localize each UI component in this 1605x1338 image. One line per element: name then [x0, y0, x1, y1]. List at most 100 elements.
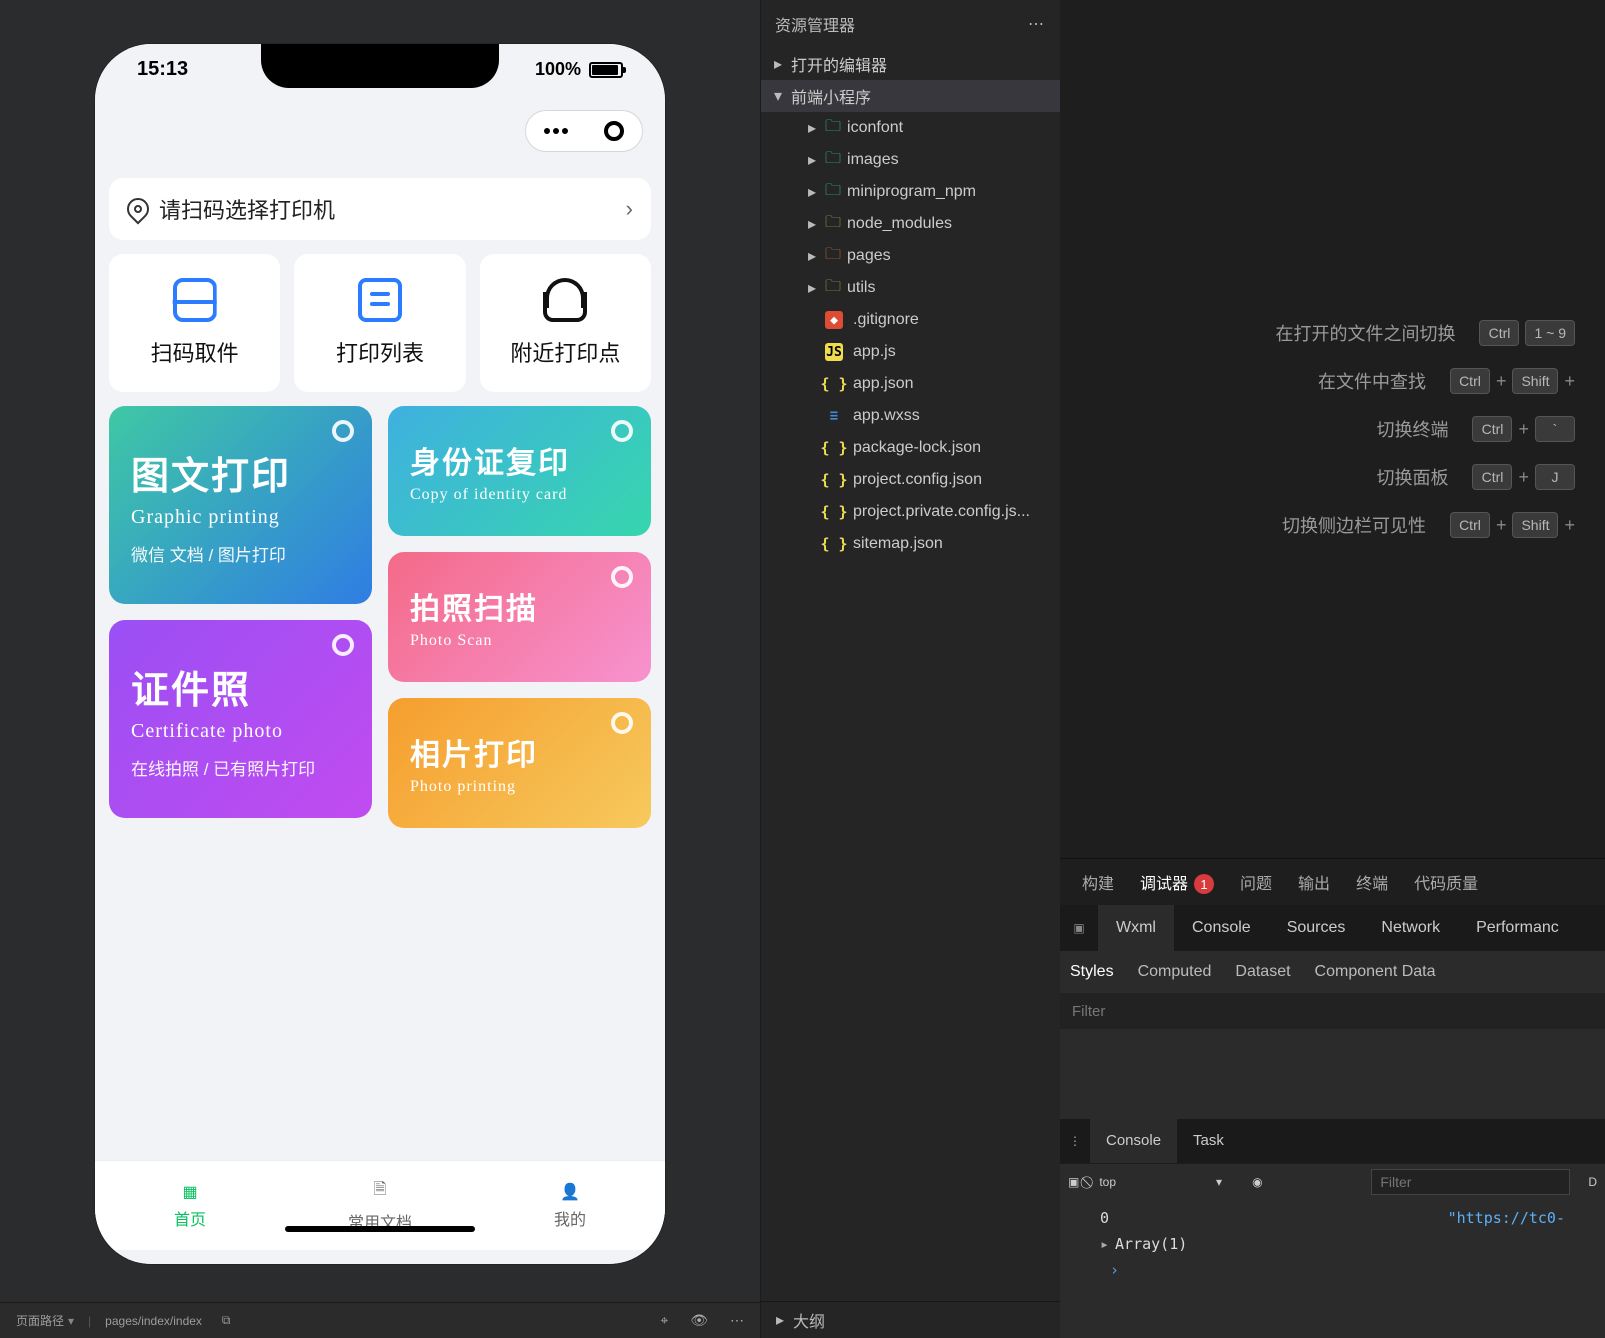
eye-icon[interactable]: ◉: [1252, 1175, 1262, 1189]
compass-icon[interactable]: ⌖: [660, 1312, 668, 1329]
subtab-dataset[interactable]: Dataset: [1235, 963, 1290, 981]
tree-file[interactable]: ≡app.wxss: [761, 400, 1060, 432]
subtab-styles[interactable]: Styles: [1070, 963, 1114, 981]
card-id-copy[interactable]: 身份证复印 Copy of identity card: [388, 406, 651, 536]
action-label: 附近打印点: [510, 336, 620, 368]
user-icon: 👤: [560, 1182, 580, 1202]
shortcut-label: 在文件中查找: [1318, 368, 1426, 394]
log-url[interactable]: "https://tc0-: [1448, 1209, 1565, 1227]
panel-tab-debugger[interactable]: 调试器1: [1140, 870, 1214, 895]
action-label: 扫码取件: [151, 336, 239, 368]
file-tree[interactable]: 打开的编辑器 前端小程序 🗀iconfont 🗀images 🗀miniprog…: [761, 48, 1060, 1301]
list-icon: [358, 278, 402, 322]
folder-icon: 🗀: [825, 211, 841, 238]
capsule-close-icon[interactable]: [604, 121, 624, 141]
ring-icon: [332, 420, 354, 442]
inspect-icon[interactable]: ▣: [1060, 921, 1098, 935]
page-path-label[interactable]: 页面路径: [16, 1312, 74, 1329]
tree-folder[interactable]: 🗀pages: [761, 240, 1060, 272]
log-array: Array(1): [1115, 1235, 1187, 1253]
tree-open-editors[interactable]: 打开的编辑器: [761, 48, 1060, 80]
tree-file[interactable]: ◆.gitignore: [761, 304, 1060, 336]
miniapp-screen: 请扫码选择打印机 › 扫码取件 打印列表: [95, 44, 665, 1264]
folder-icon: 🗀: [825, 179, 841, 206]
panel-tab-output[interactable]: 输出: [1298, 870, 1330, 894]
play-icon[interactable]: ▣: [1068, 1175, 1079, 1189]
shortcut-label: 切换侧边栏可见性: [1282, 512, 1426, 538]
chevron-right-icon: ›: [626, 196, 633, 222]
tree-file[interactable]: { }project.private.config.js...: [761, 496, 1060, 528]
more-icon[interactable]: ⋯: [1028, 14, 1046, 34]
devtool-tab-wxml[interactable]: Wxml: [1098, 905, 1174, 951]
miniapp-capsule[interactable]: [525, 110, 643, 152]
tabbar-docs[interactable]: 🗎 常用文档: [285, 1178, 475, 1233]
ring-icon: [611, 420, 633, 442]
select-printer-bar[interactable]: 请扫码选择打印机 ›: [109, 178, 651, 240]
tree-file[interactable]: { }package-lock.json: [761, 432, 1060, 464]
outline-header[interactable]: 大纲: [761, 1301, 1060, 1338]
log-index: 0: [1100, 1209, 1109, 1227]
card-photo-scan[interactable]: 拍照扫描 Photo Scan: [388, 552, 651, 682]
card-photo-printing[interactable]: 相片打印 Photo printing: [388, 698, 651, 828]
clock-text: 15:13: [137, 58, 188, 81]
ring-icon: [611, 566, 633, 588]
action-nearby[interactable]: 附近打印点: [480, 254, 651, 392]
devtool-tab-console[interactable]: Console: [1174, 905, 1269, 951]
console-toolbar: ▣ ⃠ top▾ ◉ D: [1060, 1163, 1605, 1201]
tabbar-me[interactable]: 👤 我的: [475, 1182, 665, 1230]
devtool-tab-sources[interactable]: Sources: [1269, 905, 1364, 951]
expand-icon[interactable]: [1100, 1235, 1115, 1253]
tree-project-root[interactable]: 前端小程序: [761, 80, 1060, 112]
eye-icon[interactable]: 👁: [690, 1312, 708, 1329]
page-path-value[interactable]: pages/index/index: [105, 1314, 202, 1328]
action-scan-pickup[interactable]: 扫码取件: [109, 254, 280, 392]
devtool-tab-performance[interactable]: Performanc: [1458, 905, 1577, 951]
kebab-icon[interactable]: ⋮: [1060, 1134, 1090, 1148]
tree-file[interactable]: JSapp.js: [761, 336, 1060, 368]
tree-folder[interactable]: 🗀node_modules: [761, 208, 1060, 240]
action-print-list[interactable]: 打印列表: [294, 254, 465, 392]
shortcut-row: 在文件中查找 Ctrl+Shift+: [1318, 368, 1575, 394]
styles-filter[interactable]: Filter: [1072, 1003, 1105, 1020]
console-output[interactable]: 0 "https://tc0- Array(1) ›: [1060, 1201, 1605, 1338]
tree-file[interactable]: { }project.config.json: [761, 464, 1060, 496]
panel-tab-problems[interactable]: 问题: [1240, 870, 1272, 894]
copy-icon[interactable]: ⧉: [222, 1313, 231, 1328]
tree-folder[interactable]: 🗀images: [761, 144, 1060, 176]
wxss-icon: ≡: [825, 407, 843, 425]
bottom-panel: 构建 调试器1 问题 输出 终端 代码质量 ▣ Wxml Console Sou…: [1060, 858, 1605, 1338]
document-icon: 🗎: [374, 1178, 387, 1205]
tabbar-home[interactable]: ▦ 首页: [95, 1182, 285, 1230]
tree-folder[interactable]: 🗀miniprogram_npm: [761, 176, 1060, 208]
context-selector[interactable]: top▾: [1099, 1175, 1222, 1190]
explorer-panel: ▭ ↻ + ⋯ 资源管理器 ⋯ 打开的编辑器 前端小程序 🗀iconfont 🗀…: [760, 0, 1060, 1338]
tree-file[interactable]: { }app.json: [761, 368, 1060, 400]
console-tab-console[interactable]: Console: [1090, 1119, 1177, 1163]
tree-file[interactable]: { }sitemap.json: [761, 528, 1060, 560]
subtab-component-data[interactable]: Component Data: [1315, 963, 1436, 981]
card-title: 相片打印: [410, 730, 629, 774]
more-icon[interactable]: ⋯: [730, 1312, 744, 1329]
simulator-panel: 15:13 100% 优选源码网测试: [0, 0, 760, 1338]
devtool-tab-network[interactable]: Network: [1363, 905, 1458, 951]
shortcut-row: 切换侧边栏可见性 Ctrl+Shift+: [1282, 512, 1575, 538]
ring-icon: [611, 712, 633, 734]
panel-tab-build[interactable]: 构建: [1082, 870, 1114, 894]
panel-tab-terminal[interactable]: 终端: [1356, 870, 1388, 894]
capsule-menu-icon[interactable]: [544, 128, 568, 134]
editor-panel: 在打开的文件之间切换 Ctrl1 ~ 9 在文件中查找 Ctrl+Shift+ …: [1060, 0, 1605, 1338]
tree-folder[interactable]: 🗀utils: [761, 272, 1060, 304]
json-icon: { }: [825, 439, 843, 457]
card-subtitle: Photo Scan: [410, 632, 629, 650]
welcome-shortcuts: 在打开的文件之间切换 Ctrl1 ~ 9 在文件中查找 Ctrl+Shift+ …: [1060, 0, 1605, 858]
prompt-icon[interactable]: ›: [1100, 1261, 1129, 1279]
card-graphic-printing[interactable]: 图文打印 Graphic printing 微信 文档 / 图片打印: [109, 406, 372, 604]
panel-tab-quality[interactable]: 代码质量: [1414, 870, 1478, 894]
subtab-computed[interactable]: Computed: [1138, 963, 1212, 981]
tabbar-label: 我的: [554, 1206, 586, 1230]
console-tab-task[interactable]: Task: [1177, 1119, 1240, 1163]
tree-folder[interactable]: 🗀iconfont: [761, 112, 1060, 144]
card-certificate-photo[interactable]: 证件照 Certificate photo 在线拍照 / 已有照片打印: [109, 620, 372, 818]
card-title: 证件照: [131, 659, 350, 714]
console-filter-input[interactable]: [1371, 1169, 1570, 1195]
